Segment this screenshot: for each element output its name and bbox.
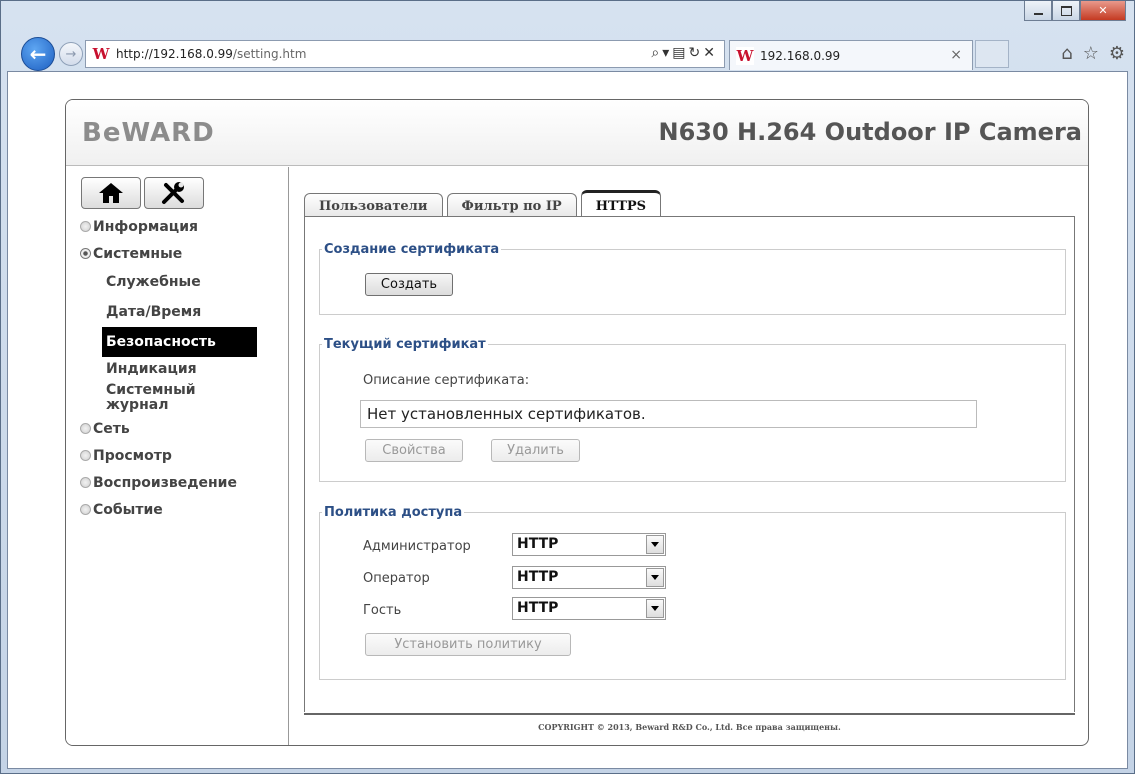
dropdown-icon[interactable]: ▾ <box>662 45 672 61</box>
copyright-text: COPYRIGHT © 2013, Beward R&D Co., Ltd. В… <box>538 722 841 732</box>
beward-logo: BeWARD <box>82 118 215 148</box>
apply-policy-button[interactable]: Установить политику <box>365 633 571 656</box>
section-title: Текущий сертификат <box>324 337 486 352</box>
new-tab-button[interactable] <box>975 40 1009 68</box>
chevron-down-icon[interactable] <box>646 535 664 554</box>
radio-icon <box>80 504 91 515</box>
guest-policy-select[interactable]: HTTP <box>512 597 666 620</box>
sidebar-subitem-datetime[interactable]: Дата/Время <box>106 297 280 327</box>
radio-icon <box>80 221 91 232</box>
chevron-down-icon[interactable] <box>646 599 664 618</box>
settings-button[interactable] <box>144 177 204 209</box>
url-path: /setting.htm <box>232 47 307 61</box>
address-tools[interactable]: ⌕▾▤↻✕ <box>651 45 718 61</box>
radio-icon <box>80 477 91 488</box>
radio-selected-icon <box>80 248 91 259</box>
url-host: http://192.168.0.99 <box>116 47 233 61</box>
radio-icon <box>80 450 91 461</box>
chevron-down-icon[interactable] <box>646 568 664 587</box>
sidebar-icon-buttons <box>81 177 204 209</box>
sidebar-item-label: Системные <box>93 245 183 262</box>
radio-icon <box>80 423 91 434</box>
minimize-button[interactable] <box>1024 1 1052 21</box>
sidebar: Информация Системные Служебные Дата/Врем… <box>66 167 289 745</box>
maximize-button[interactable] <box>1052 1 1080 21</box>
settings-gear-icon[interactable]: ⚙ <box>1109 43 1125 64</box>
stop-icon[interactable]: ✕ <box>703 45 718 61</box>
tools-icon <box>162 182 184 204</box>
sidebar-item-playback[interactable]: Воспроизведение <box>80 469 280 496</box>
select-value: HTTP <box>517 536 559 552</box>
certificate-description-label: Описание сертификата: <box>363 373 530 388</box>
tab-favicon-icon: W <box>736 46 754 65</box>
home-button[interactable] <box>81 177 141 209</box>
sidebar-item-info[interactable]: Информация <box>80 213 280 240</box>
sidebar-item-view[interactable]: Просмотр <box>80 442 280 469</box>
page-header: BeWARD N630 H.264 Outdoor IP Camera <box>66 100 1088 166</box>
browser-window: ✕ ← → W http://192.168.0.99/setting.htm … <box>0 0 1135 774</box>
footer-divider <box>304 713 1075 715</box>
home-icon <box>99 183 123 203</box>
browser-tab[interactable]: W 192.168.0.99 × <box>729 40 973 70</box>
window-controls: ✕ <box>1024 1 1126 21</box>
camera-settings-page: BeWARD N630 H.264 Outdoor IP Camera Инфо… <box>65 99 1089 746</box>
sidebar-subitem-syslog[interactable]: Системный журнал <box>106 381 206 415</box>
operator-policy-label: Оператор <box>363 571 430 586</box>
settings-tabs: Пользователи Фильтр по IP HTTPS <box>304 189 665 220</box>
sidebar-item-network[interactable]: Сеть <box>80 415 280 442</box>
select-value: HTTP <box>517 569 559 585</box>
address-bar[interactable]: W http://192.168.0.99/setting.htm ⌕▾▤↻✕ <box>85 40 725 68</box>
home-icon[interactable]: ⌂ <box>1061 43 1072 64</box>
create-button[interactable]: Создать <box>365 273 453 296</box>
sidebar-item-label: Событие <box>93 501 163 518</box>
guest-policy-label: Гость <box>363 603 402 618</box>
main-content: Пользователи Фильтр по IP HTTPS Создание… <box>290 167 1088 745</box>
sidebar-item-label: Информация <box>93 218 198 235</box>
sidebar-item-label: Воспроизведение <box>93 474 237 491</box>
favorites-star-icon[interactable]: ☆ <box>1083 43 1099 64</box>
arrow-left-icon: ← <box>29 42 47 66</box>
browser-viewport: BeWARD N630 H.264 Outdoor IP Camera Инфо… <box>7 71 1128 769</box>
sidebar-subitem-syslog-label: Системный журнал <box>106 382 196 413</box>
https-panel: Создание сертификата Создать Текущий сер… <box>304 216 1075 712</box>
sidebar-item-label: Просмотр <box>93 447 172 464</box>
sidebar-item-label: Сеть <box>93 420 130 437</box>
admin-policy-label: Администратор <box>363 539 471 554</box>
properties-button[interactable]: Свойства <box>365 439 463 462</box>
beward-favicon-icon: W <box>92 45 110 63</box>
select-value: HTTP <box>517 600 559 616</box>
sidebar-item-event[interactable]: Событие <box>80 496 280 523</box>
certificate-description-field[interactable]: Нет установленных сертификатов. <box>360 400 977 428</box>
admin-policy-select[interactable]: HTTP <box>512 533 666 556</box>
sidebar-subitem-security[interactable]: Безопасность <box>102 327 257 357</box>
browser-toolbar: ← → W http://192.168.0.99/setting.htm ⌕▾… <box>7 23 1131 71</box>
close-tab-icon[interactable]: × <box>950 47 962 63</box>
sidebar-subitem-indication[interactable]: Индикация <box>106 357 280 381</box>
section-title: Политика доступа <box>324 505 463 520</box>
search-icon[interactable]: ⌕ <box>651 45 662 61</box>
section-title: Создание сертификата <box>324 242 500 257</box>
compat-view-icon[interactable]: ▤ <box>672 45 688 61</box>
sidebar-nav: Информация Системные Служебные Дата/Врем… <box>80 213 280 523</box>
camera-model-title: N630 H.264 Outdoor IP Camera <box>658 118 1082 146</box>
sidebar-subitem-service[interactable]: Служебные <box>106 267 280 297</box>
close-window-button[interactable]: ✕ <box>1080 1 1126 21</box>
arrow-right-icon: → <box>65 46 77 62</box>
forward-button[interactable]: → <box>59 42 83 66</box>
refresh-icon[interactable]: ↻ <box>689 45 704 61</box>
sidebar-item-system[interactable]: Системные <box>80 240 280 267</box>
delete-button[interactable]: Удалить <box>491 439 580 462</box>
tab-title: 192.168.0.99 <box>760 48 841 63</box>
operator-policy-select[interactable]: HTTP <box>512 566 666 589</box>
browser-icons: ⌂ ☆ ⚙ <box>1061 43 1125 64</box>
back-button[interactable]: ← <box>21 37 55 71</box>
